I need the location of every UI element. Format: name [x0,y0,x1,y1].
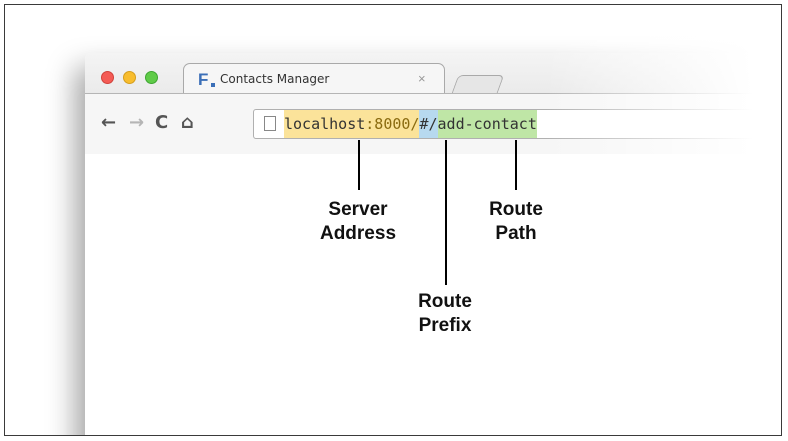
figure-frame: F Contacts Manager × ← → C ⌂ localhost:8… [4,4,782,436]
maximize-window-button[interactable] [145,71,158,84]
route-path-callout-line [515,140,517,190]
route-path-label-line2: Path [495,223,537,244]
page-icon [264,116,276,131]
tab-title: Contacts Manager [220,72,330,86]
new-tab-button[interactable] [451,75,505,93]
route-prefix-label: Route Prefix [385,290,505,338]
url-host: localhost [284,115,366,133]
route-prefix-callout-line [445,140,447,285]
minimize-window-button[interactable] [123,71,136,84]
url-text: localhost:8000/ #/ add-contact [284,110,537,138]
server-address-label: Server Address [298,198,418,246]
reload-icon[interactable]: C [155,112,168,133]
home-icon[interactable]: ⌂ [181,112,194,133]
favicon-icon: F [198,70,209,89]
url-route-path: add-contact [437,110,537,138]
url-route-prefix: #/ [419,110,438,138]
edge-fade [545,5,781,165]
back-arrow-icon[interactable]: ← [101,112,116,133]
route-prefix-label-line1: Route [418,291,472,312]
route-path-label: Route Path [456,198,576,246]
server-address-label-line2: Address [319,223,397,244]
browser-tab[interactable]: F Contacts Manager × [183,63,445,93]
url-server-address: localhost:8000/ [284,110,420,138]
forward-arrow-icon[interactable]: → [129,112,144,133]
server-address-label-line1: Server [328,199,388,220]
server-address-callout-line [358,140,360,190]
route-prefix-label-line2: Prefix [418,315,472,336]
route-path-label-line1: Route [489,199,543,220]
close-window-button[interactable] [101,71,114,84]
tab-close-icon[interactable]: × [418,71,426,86]
url-port: :8000/ [365,115,420,133]
favicon-dot [211,83,215,87]
